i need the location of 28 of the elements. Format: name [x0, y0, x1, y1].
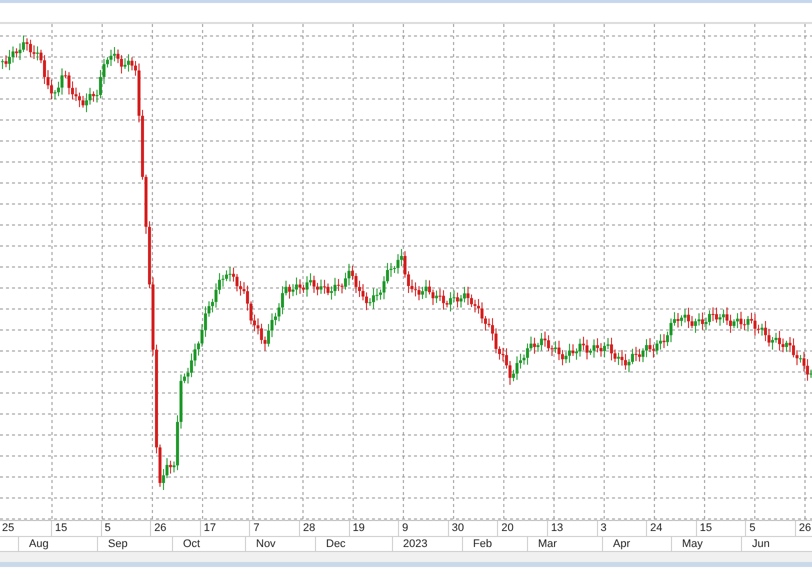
month-label: Aug — [18, 537, 97, 551]
date-label: 19 — [348, 521, 398, 536]
month-label: Feb — [462, 537, 527, 551]
month-label: Sep — [97, 537, 172, 551]
date-label: 15 — [696, 521, 746, 536]
date-label: 26 — [794, 521, 812, 536]
month-label: Oct — [172, 537, 245, 551]
month-label: Mar — [527, 537, 602, 551]
month-label: May — [671, 537, 741, 551]
date-label: 3 — [596, 521, 646, 536]
date-label: 5 — [745, 521, 795, 536]
month-label: Jun — [741, 537, 812, 551]
date-label: 7 — [249, 521, 299, 536]
date-label: 15 — [51, 521, 101, 536]
month-label: Apr — [602, 537, 671, 551]
date-label: 9 — [398, 521, 448, 536]
date-label: 5 — [100, 521, 150, 536]
date-label: 30 — [448, 521, 498, 536]
month-label: Dec — [315, 537, 392, 551]
date-label: 24 — [646, 521, 696, 536]
date-label: 13 — [546, 521, 597, 536]
date-label: 28 — [298, 521, 349, 536]
date-label: 26 — [150, 521, 200, 536]
month-label: 2023 — [392, 537, 462, 551]
date-label: 25 — [1, 521, 16, 536]
date-label: 20 — [497, 521, 547, 536]
date-label: 17 — [200, 521, 250, 536]
month-label: Nov — [245, 537, 315, 551]
